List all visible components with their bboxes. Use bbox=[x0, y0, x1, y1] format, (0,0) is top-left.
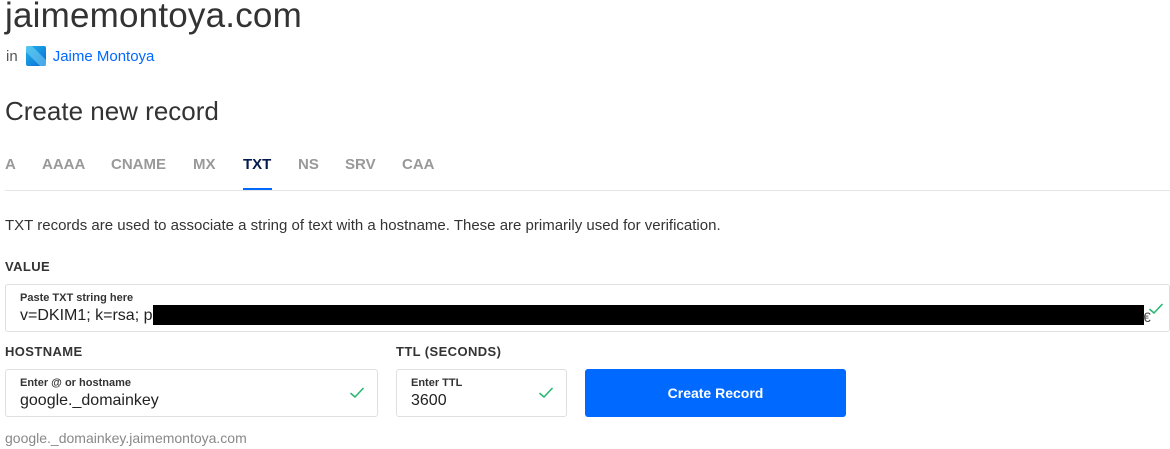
project-row: in Jaime Montoya bbox=[6, 46, 154, 66]
ttl-section-label: TTL (SECONDS) bbox=[396, 344, 502, 359]
active-tab-indicator bbox=[243, 188, 272, 190]
ttl-field[interactable]: Enter TTL 3600 bbox=[396, 369, 567, 417]
in-label: in bbox=[6, 47, 18, 65]
hostname-value[interactable]: google._domainkey bbox=[20, 392, 159, 410]
record-description: TXT records are used to associate a stri… bbox=[5, 217, 721, 234]
hostname-field-label: Enter @ or hostname bbox=[20, 377, 131, 389]
tab-aaaa[interactable]: AAAA bbox=[42, 156, 85, 173]
project-link[interactable]: Jaime Montoya bbox=[53, 48, 155, 65]
tab-cname[interactable]: CNAME bbox=[111, 156, 166, 173]
txt-value-field[interactable]: Paste TXT string here v=DKIM1; k=rsa; p=… bbox=[5, 284, 1170, 332]
txt-value-text[interactable]: v=DKIM1; k=rsa; p= bbox=[20, 307, 162, 325]
tab-txt[interactable]: TXT bbox=[243, 156, 271, 173]
ttl-value[interactable]: 3600 bbox=[411, 392, 447, 410]
tab-srv[interactable]: SRV bbox=[345, 156, 376, 173]
ttl-field-label: Enter TTL bbox=[411, 377, 463, 389]
tab-a[interactable]: A bbox=[5, 156, 16, 173]
hostname-section-label: HOSTNAME bbox=[5, 344, 83, 359]
domain-title: jaimemontoya.com bbox=[5, 0, 302, 35]
create-record-button[interactable]: Create Record bbox=[585, 369, 846, 417]
value-section-label: VALUE bbox=[5, 259, 51, 274]
fqdn-preview: google._domainkey.jaimemontoya.com bbox=[5, 430, 247, 446]
hostname-field[interactable]: Enter @ or hostname google._domainkey bbox=[5, 369, 378, 417]
project-icon bbox=[25, 46, 46, 66]
tab-caa[interactable]: CAA bbox=[402, 156, 435, 173]
valid-check-icon bbox=[1149, 303, 1163, 314]
valid-check-icon bbox=[350, 387, 364, 398]
record-type-tabs: A AAAA CNAME MX TXT NS SRV CAA bbox=[5, 150, 1170, 191]
redacted-key-block bbox=[153, 305, 1144, 325]
tab-ns[interactable]: NS bbox=[298, 156, 319, 173]
txt-value-field-label: Paste TXT string here bbox=[20, 292, 134, 304]
tab-mx[interactable]: MX bbox=[193, 156, 216, 173]
valid-check-icon bbox=[539, 387, 553, 398]
section-title: Create new record bbox=[5, 96, 219, 126]
